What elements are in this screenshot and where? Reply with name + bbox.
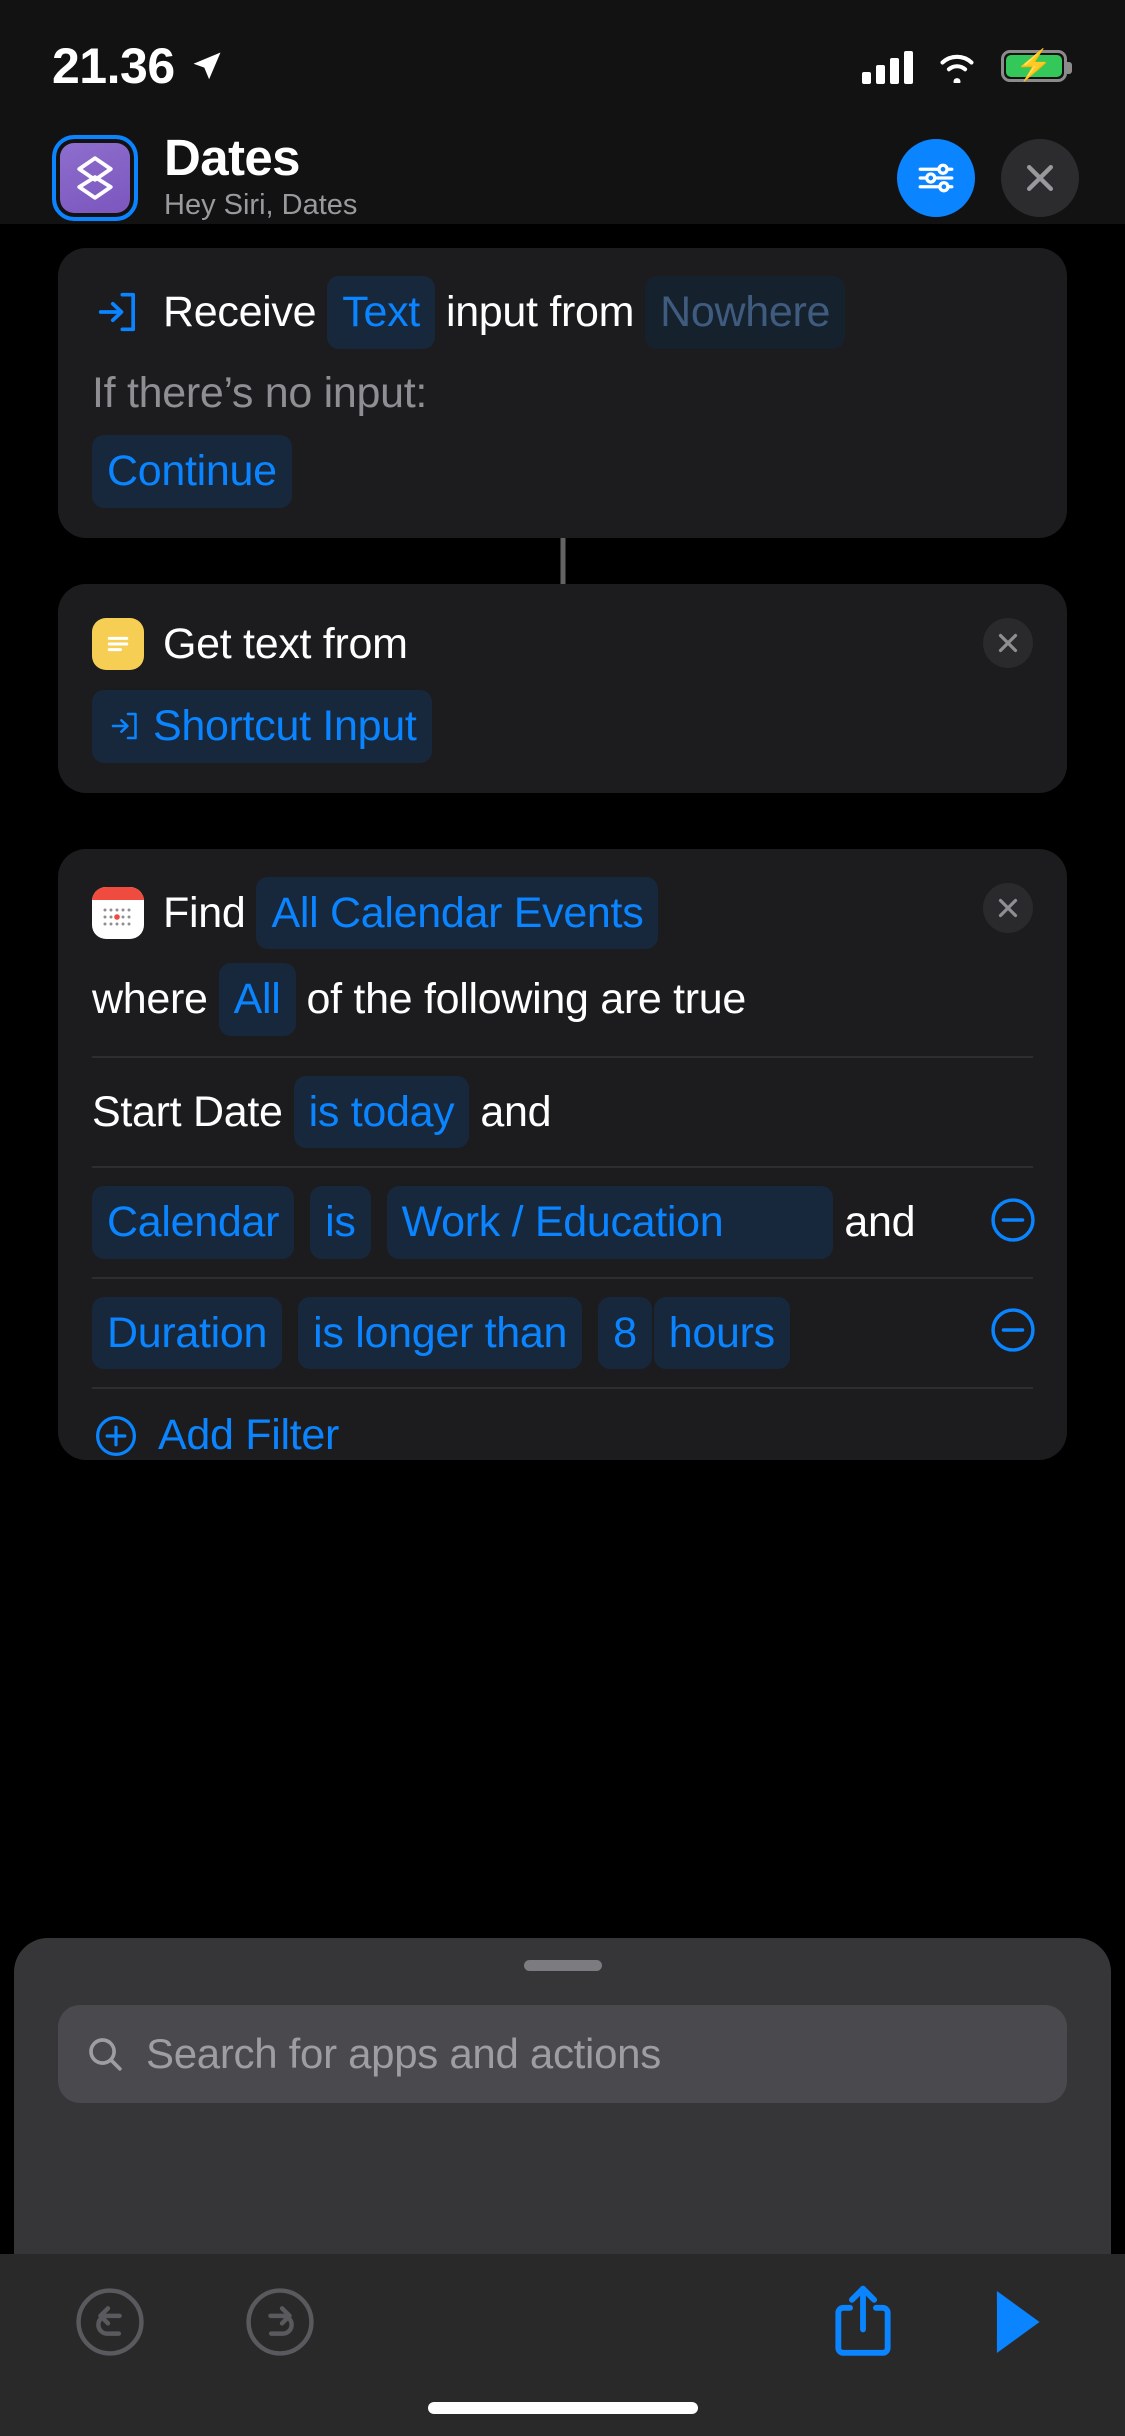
filter-operator-pill[interactable]: is today	[293, 1075, 470, 1148]
content-type-pill[interactable]: All Calendar Events	[256, 876, 659, 949]
shortcut-title-block: Dates Hey Siri, Dates	[164, 131, 897, 225]
shortcuts-editor-screen: 21.36 ⚡ Dates Hey Siri, Dates Receive Te…	[0, 0, 1125, 2436]
play-icon	[996, 2291, 1040, 2353]
redo-button[interactable]	[234, 2276, 326, 2368]
filter-field-pill[interactable]: Calendar	[92, 1186, 295, 1259]
page-title: Dates	[164, 129, 301, 187]
filter-operator-pill[interactable]: is	[310, 1186, 371, 1259]
find-word: Find	[163, 888, 246, 937]
dates-shortcut-icon[interactable]	[52, 135, 138, 221]
action-card-get-text[interactable]: Get text from Shortcut Input	[58, 583, 1067, 793]
condition-suffix-word: of the following are true	[306, 975, 747, 1023]
close-icon	[998, 898, 1018, 917]
delete-action-button[interactable]	[983, 882, 1033, 933]
siri-phrase-label: Hey Siri, Dates	[164, 189, 358, 222]
search-input[interactable]: Search for apps and actions	[146, 2030, 661, 2078]
filter-unit-pill[interactable]: hours	[653, 1296, 790, 1369]
run-shortcut-button[interactable]	[969, 2276, 1061, 2368]
sheet-grabber[interactable]	[523, 1960, 602, 1971]
share-button[interactable]	[817, 2276, 909, 2368]
status-bar: 21.36 ⚡	[0, 0, 1125, 132]
filter-field-label: Start Date	[92, 1087, 283, 1136]
plus-circle-icon	[96, 1415, 136, 1456]
action-library-sheet[interactable]: Search for apps and actions	[14, 1938, 1111, 2254]
filter-row-calendar[interactable]: Calendar is Work / Education and	[92, 1166, 1035, 1277]
undo-icon	[76, 2288, 144, 2356]
redo-icon	[246, 2288, 314, 2356]
import-input-icon	[111, 712, 137, 740]
input-source-pill[interactable]: Nowhere	[645, 276, 846, 349]
wifi-icon	[940, 54, 974, 83]
filter-conjunction-word: and	[480, 1087, 552, 1136]
location-arrow-icon	[193, 52, 221, 80]
filter-tokens: Duration is longer than 8 hours	[92, 1296, 973, 1369]
status-bar-right: ⚡	[862, 48, 1072, 84]
no-input-label: If there’s no input:	[92, 368, 428, 417]
action-line-primary: Get text from	[92, 612, 1033, 677]
close-icon	[1027, 165, 1053, 191]
cellular-signal-icon	[862, 48, 913, 84]
close-editor-button[interactable]	[1001, 139, 1079, 217]
search-icon	[89, 2038, 122, 2071]
add-filter-label: Add Filter	[158, 1411, 340, 1459]
remove-filter-button[interactable]	[987, 1304, 1039, 1361]
filter-value-pill[interactable]: 8	[598, 1296, 652, 1369]
search-field[interactable]: Search for apps and actions	[58, 2005, 1067, 2103]
status-bar-clock: 21.36	[52, 38, 175, 94]
action-line-primary: Receive Text input from Nowhere	[92, 276, 1033, 349]
action-connector	[560, 537, 565, 584]
minus-circle-icon	[991, 1308, 1035, 1352]
no-input-action-line: Continue	[92, 435, 1033, 508]
shortcut-input-label: Shortcut Input	[153, 702, 417, 750]
import-input-icon	[98, 293, 136, 332]
no-input-behavior-pill[interactable]: Continue	[92, 435, 292, 508]
receive-word: Receive	[163, 288, 317, 336]
header-buttons	[897, 139, 1079, 217]
filter-tokens: Start Date is today and	[92, 1075, 1033, 1148]
share-icon	[835, 2285, 891, 2356]
calendar-icon	[92, 886, 144, 939]
filter-tokens: Calendar is Work / Education and	[92, 1186, 973, 1259]
where-word: where	[92, 975, 208, 1023]
sliders-icon	[918, 163, 954, 193]
minus-circle-icon	[991, 1198, 1035, 1242]
action-card-find-calendar-events[interactable]: Find All Calendar Events where All of th…	[58, 848, 1067, 1460]
close-icon	[998, 633, 1018, 652]
input-type-pill[interactable]: Text	[327, 276, 435, 349]
action-card-receive-input[interactable]: Receive Text input from Nowhere If there…	[58, 248, 1067, 584]
input-from-word: input from	[445, 288, 635, 336]
filter-value-pill[interactable]: Work / Education	[386, 1186, 834, 1259]
filter-row-duration[interactable]: Duration is longer than 8 hours	[92, 1276, 1035, 1388]
filter-field-pill[interactable]: Duration	[92, 1296, 283, 1369]
match-mode-pill[interactable]: All	[218, 963, 296, 1036]
text-lines-icon	[92, 617, 144, 670]
condition-line: where All of the following are true	[92, 963, 1033, 1056]
editor-toolbar	[0, 2254, 1125, 2436]
get-text-from-label: Get text from	[163, 619, 408, 668]
action-line-primary: Find All Calendar Events	[92, 876, 1033, 949]
filter-operator-pill[interactable]: is longer than	[298, 1296, 583, 1369]
no-input-label-line: If there’s no input:	[92, 361, 1033, 426]
filter-conjunction-word: and	[844, 1198, 916, 1246]
remove-filter-button[interactable]	[987, 1194, 1039, 1251]
action-line-secondary: Shortcut Input	[92, 690, 1033, 763]
filter-row-start-date[interactable]: Start Date is today and	[92, 1055, 1033, 1167]
add-filter-button[interactable]: Add Filter	[92, 1387, 1033, 1460]
shortcut-header: Dates Hey Siri, Dates	[0, 131, 1125, 225]
home-indicator	[427, 2402, 698, 2414]
status-bar-left: 21.36	[52, 37, 225, 95]
shortcut-input-pill[interactable]: Shortcut Input	[92, 690, 432, 763]
undo-button[interactable]	[64, 2276, 156, 2368]
battery-charging-icon: ⚡	[1001, 50, 1072, 82]
shortcut-settings-button[interactable]	[897, 139, 975, 217]
delete-action-button[interactable]	[983, 617, 1033, 668]
